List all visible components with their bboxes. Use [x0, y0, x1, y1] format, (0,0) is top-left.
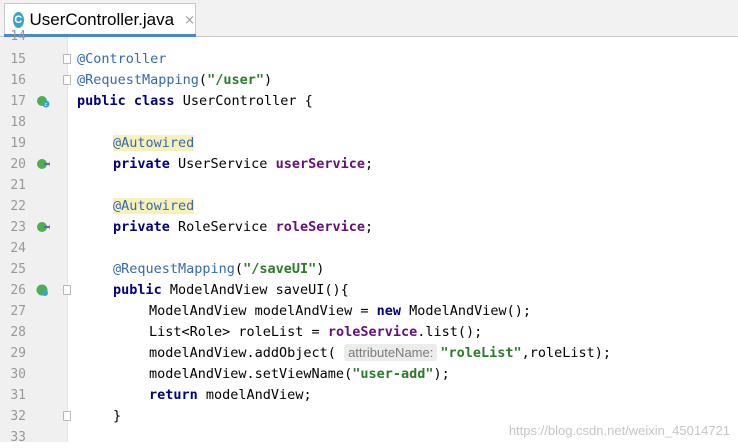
fold-marker-icon[interactable]	[63, 54, 71, 64]
request-mapping-icon[interactable]	[36, 283, 50, 297]
svg-text:c: c	[45, 102, 48, 108]
code-line: 21	[0, 175, 738, 196]
code-text: private RoleService roleService;	[113, 217, 373, 238]
code-text: @RequestMapping("/saveUI")	[113, 259, 324, 280]
code-line: 28 List<Role> roleList = roleService.lis…	[0, 322, 738, 343]
code-line: 20 private UserService userService;	[0, 154, 738, 175]
line-number: 25	[0, 259, 26, 280]
code-line: 17 c public class UserController {	[0, 91, 738, 112]
code-text: private UserService userService;	[113, 154, 373, 175]
line-number: 30	[0, 364, 26, 385]
line-number: 27	[0, 301, 26, 322]
code-line: 31 return modelAndView;	[0, 385, 738, 406]
code-text: modelAndView.addObject( attributeName:"r…	[149, 343, 611, 364]
line-number: 32	[0, 406, 26, 427]
fold-marker-icon[interactable]	[63, 75, 71, 85]
code-line: 25 @RequestMapping("/saveUI")	[0, 259, 738, 280]
code-text: modelAndView.setViewName("user-add");	[149, 364, 450, 385]
code-text: return modelAndView;	[149, 385, 312, 406]
line-number: 23	[0, 217, 26, 238]
code-line: 16 @RequestMapping("/user")	[0, 70, 738, 91]
code-line: 19 @Autowired	[0, 133, 738, 154]
class-bean-icon[interactable]: c	[36, 94, 50, 108]
code-text: List<Role> roleList = roleService.list()…	[149, 322, 482, 343]
code-text: }	[113, 406, 121, 427]
code-line: 26 public ModelAndView saveUI(){	[0, 280, 738, 301]
code-line: 27 ModelAndView modelAndView = new Model…	[0, 301, 738, 322]
autowired-navigate-icon[interactable]	[36, 157, 50, 171]
parameter-hint: attributeName:	[344, 344, 437, 361]
code-line: 23 private RoleService roleService;	[0, 217, 738, 238]
line-number: 31	[0, 385, 26, 406]
line-number: 19	[0, 133, 26, 154]
code-text: @Autowired	[113, 133, 194, 154]
code-line: 18	[0, 112, 738, 133]
fold-marker-icon[interactable]	[63, 285, 71, 295]
code-line: 14	[0, 26, 738, 47]
line-number: 21	[0, 175, 26, 196]
code-text: @RequestMapping("/user")	[77, 70, 272, 91]
autowired-navigate-icon[interactable]	[36, 220, 50, 234]
line-number: 29	[0, 343, 26, 364]
line-number: 18	[0, 112, 26, 133]
line-number: 17	[0, 91, 26, 112]
code-line: 24	[0, 238, 738, 259]
fold-marker-icon[interactable]	[63, 411, 71, 421]
line-number: 26	[0, 280, 26, 301]
code-text: @Autowired	[113, 196, 194, 217]
code-text: public ModelAndView saveUI(){	[113, 280, 349, 301]
line-number: 22	[0, 196, 26, 217]
line-number: 28	[0, 322, 26, 343]
code-text: public class UserController {	[77, 91, 313, 112]
code-text: @Controller	[77, 49, 166, 70]
code-line: 29 modelAndView.addObject( attributeName…	[0, 343, 738, 364]
code-text: ModelAndView modelAndView = new ModelAnd…	[149, 301, 531, 322]
code-line: 30 modelAndView.setViewName("user-add");	[0, 364, 738, 385]
line-number: 24	[0, 238, 26, 259]
line-number: 15	[0, 49, 26, 70]
line-number: 14	[0, 26, 26, 47]
line-number: 16	[0, 70, 26, 91]
line-number: 33	[0, 427, 26, 448]
watermark: https://blog.csdn.net/weixin_45014721	[509, 423, 730, 438]
line-number: 20	[0, 154, 26, 175]
code-line: 22 @Autowired	[0, 196, 738, 217]
code-line: 15 @Controller	[0, 49, 738, 70]
